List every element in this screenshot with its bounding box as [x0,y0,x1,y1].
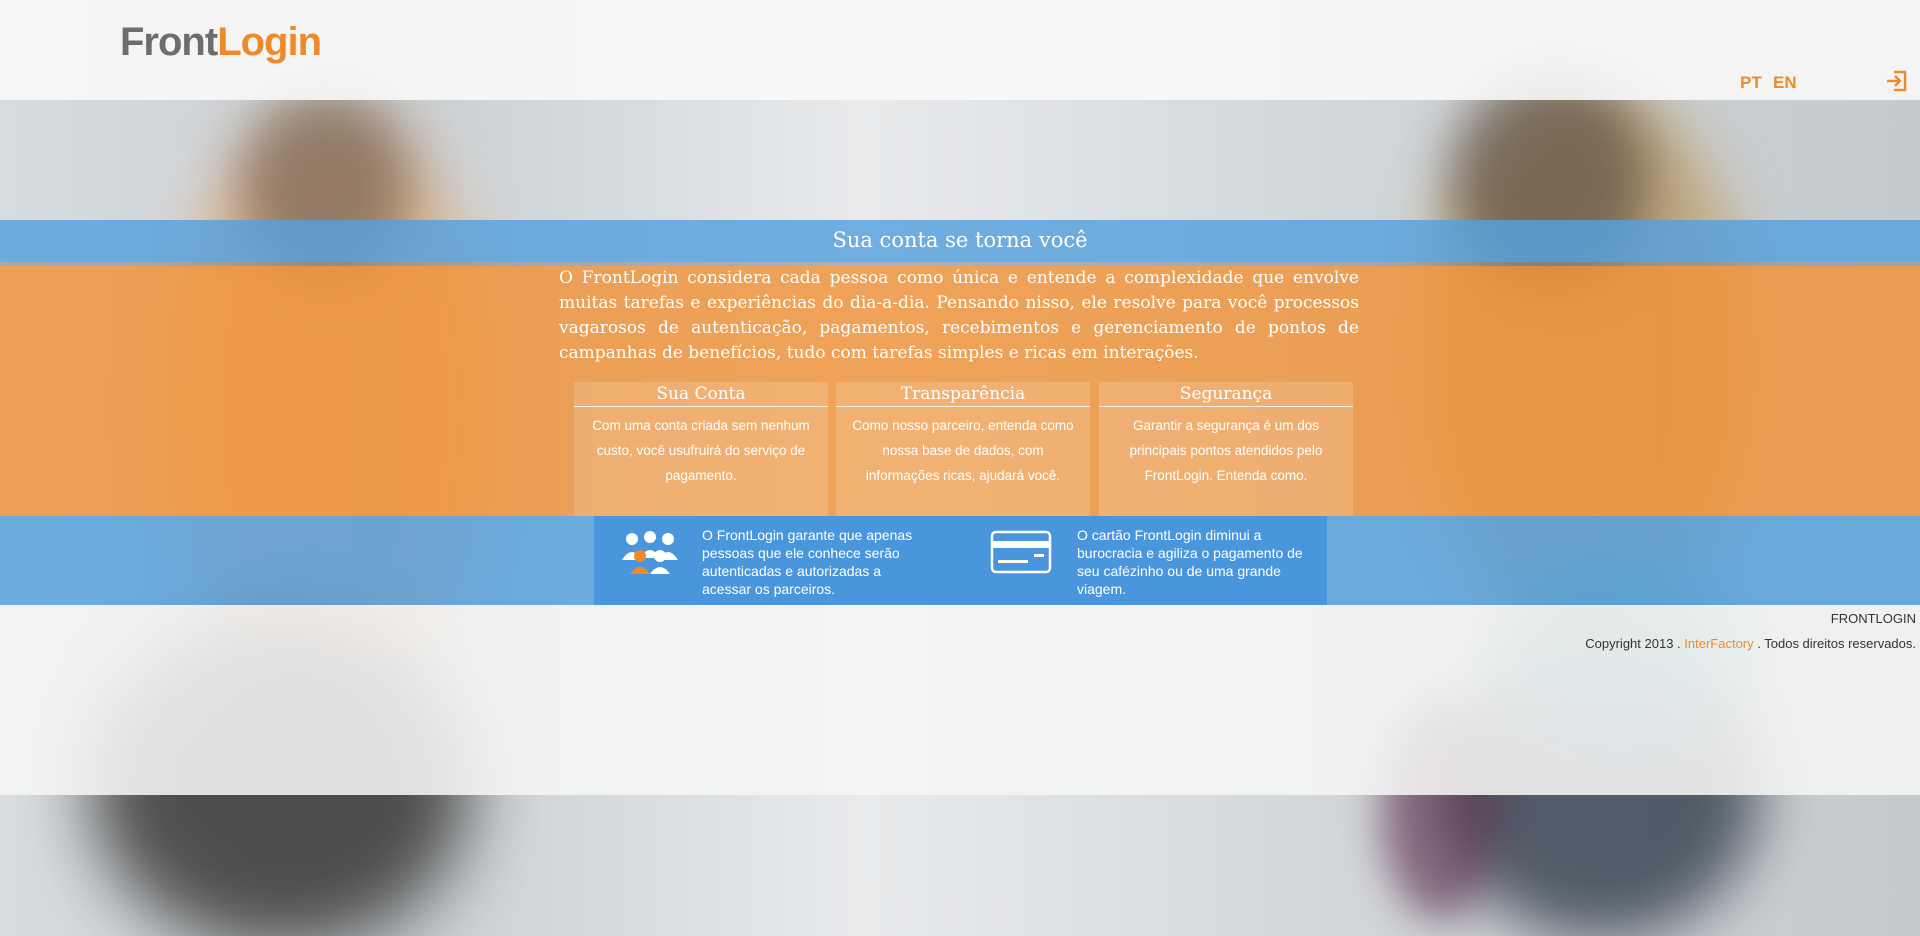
column-sua-conta[interactable]: Sua Conta Com uma conta criada sem nenhu… [574,382,828,516]
logo[interactable]: FrontLogin [120,20,322,65]
people-group-icon [622,531,678,574]
intro-text: O FrontLogin considera cada pessoa como … [559,268,1359,363]
headline-band: Sua conta se torna você [0,220,1920,266]
feature-authentication-text: O FrontLogin garante que apenas pessoas … [702,527,913,597]
column-text: Com uma conta criada sem nenhum custo, v… [592,418,810,483]
intro-band: O FrontLogin considera cada pessoa como … [0,266,1920,516]
column-seguranca[interactable]: Segurança Garantir a segurança é um dos … [1099,382,1353,516]
column-title: Segurança [1179,384,1273,404]
language-en-link[interactable]: EN [1773,73,1797,93]
footer-brand: FRONTLOGIN [1830,611,1916,626]
footer-copyright: Copyright 2013 . InterFactory . Todos di… [1585,636,1916,651]
credit-card-icon [990,530,1052,574]
divider [1099,406,1353,407]
features-panel: O FrontLogin garante que apenas pessoas … [594,516,1327,605]
column-title: Transparência [900,384,1026,404]
column-text: Garantir a segurança é um dos principais… [1129,418,1323,483]
footer: FRONTLOGIN Copyright 2013 . InterFactory… [0,605,1920,795]
copyright-suffix: . Todos direitos reservados. [1757,636,1916,651]
column-text: Como nosso parceiro, entenda como nossa … [852,418,1074,483]
copyright-prefix: Copyright 2013 . [1585,636,1681,651]
header: FrontLogin [0,0,1920,100]
sign-in-icon[interactable] [1885,70,1907,92]
headline: Sua conta se torna você [832,228,1088,252]
logo-front-text: Front [120,20,218,64]
features-band: O FrontLogin garante que apenas pessoas … [0,516,1920,605]
column-title: Sua Conta [656,384,746,404]
divider [836,406,1090,407]
logo-login-text: Login [217,20,322,64]
divider [574,406,828,407]
column-transparencia[interactable]: Transparência Como nosso parceiro, enten… [836,382,1090,516]
language-pt-link[interactable]: PT [1740,73,1762,93]
interfactory-link[interactable]: InterFactory [1684,636,1753,651]
feature-card-text: O cartão FrontLogin diminui a burocracia… [1077,527,1303,597]
